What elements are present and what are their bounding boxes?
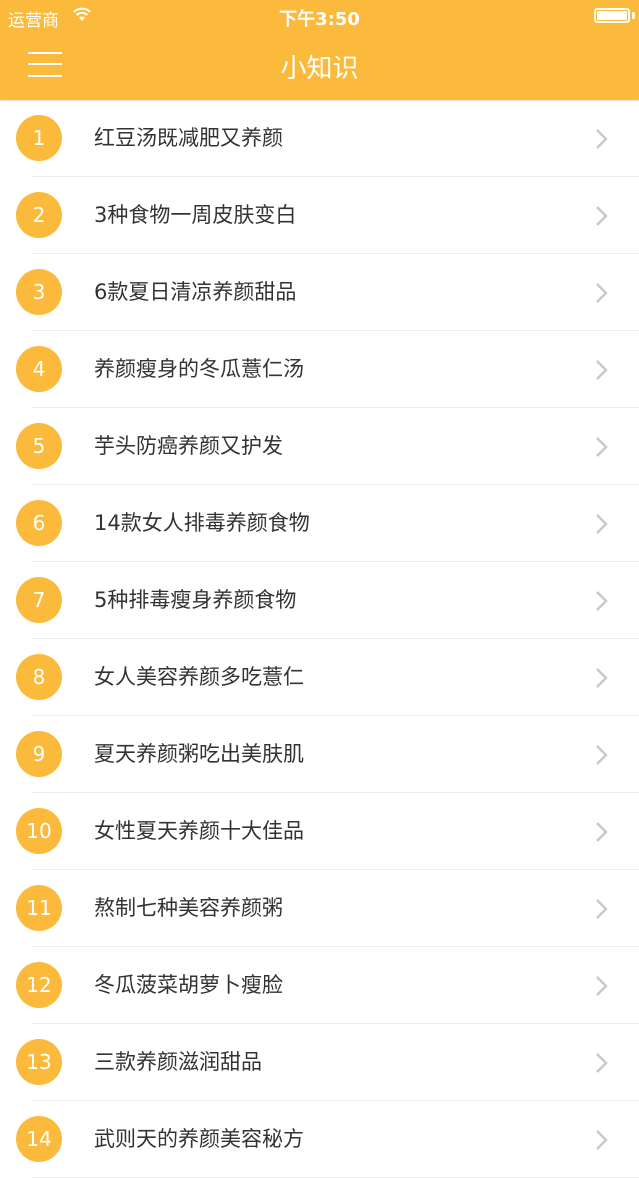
item-number-badge: 8 — [16, 654, 62, 700]
list-item[interactable]: 8 女人美容养颜多吃薏仁 — [0, 639, 639, 716]
item-number-badge: 11 — [16, 885, 62, 931]
chevron-right-icon — [596, 899, 608, 919]
item-number-badge: 10 — [16, 808, 62, 854]
item-title: 熬制七种美容养颜粥 — [94, 896, 283, 920]
item-title: 14款女人排毒养颜食物 — [94, 511, 310, 535]
item-number-badge: 7 — [16, 577, 62, 623]
list-item[interactable]: 10 女性夏天养颜十大佳品 — [0, 793, 639, 870]
list-item[interactable]: 14 武则天的养颜美容秘方 — [0, 1101, 639, 1178]
list-item[interactable]: 7 5种排毒瘦身养颜食物 — [0, 562, 639, 639]
item-title: 6款夏日清凉养颜甜品 — [94, 280, 297, 304]
chevron-right-icon — [596, 591, 608, 611]
battery-nub — [632, 12, 635, 19]
item-title: 芋头防癌养颜又护发 — [94, 434, 283, 458]
chevron-right-icon — [596, 1053, 608, 1073]
list-item[interactable]: 4 养颜瘦身的冬瓜薏仁汤 — [0, 331, 639, 408]
list-item[interactable]: 13 三款养颜滋润甜品 — [0, 1024, 639, 1101]
item-number-badge: 1 — [16, 115, 62, 161]
chevron-right-icon — [596, 822, 608, 842]
item-title: 女人美容养颜多吃薏仁 — [94, 665, 304, 689]
item-title: 夏天养颜粥吃出美肤肌 — [94, 742, 304, 766]
list-item[interactable]: 5 芋头防癌养颜又护发 — [0, 408, 639, 485]
chevron-right-icon — [596, 283, 608, 303]
chevron-right-icon — [596, 360, 608, 380]
page-title: 小知识 — [280, 54, 359, 84]
list-item[interactable]: 9 夏天养颜粥吃出美肤肌 — [0, 716, 639, 793]
chevron-right-icon — [596, 745, 608, 765]
list-item[interactable]: 3 6款夏日清凉养颜甜品 — [0, 254, 639, 331]
item-number-badge: 12 — [16, 962, 62, 1008]
item-title: 冬瓜菠菜胡萝卜瘦脸 — [94, 973, 283, 997]
item-title: 武则天的养颜美容秘方 — [94, 1127, 304, 1151]
item-number-badge: 2 — [16, 192, 62, 238]
list-item[interactable]: 2 3种食物一周皮肤变白 — [0, 177, 639, 254]
item-number-badge: 9 — [16, 731, 62, 777]
chevron-right-icon — [596, 437, 608, 457]
item-number-badge: 3 — [16, 269, 62, 315]
item-number-badge: 13 — [16, 1039, 62, 1085]
item-number-badge: 4 — [16, 346, 62, 392]
item-title: 3种食物一周皮肤变白 — [94, 203, 297, 227]
chevron-right-icon — [596, 129, 608, 149]
navigation-bar: 运营商 下午3:50 小知识 — [0, 0, 639, 100]
list-item[interactable]: 12 冬瓜菠菜胡萝卜瘦脸 — [0, 947, 639, 1024]
list-item[interactable]: 11 熬制七种美容养颜粥 — [0, 870, 639, 947]
status-time: 下午3:50 — [279, 9, 360, 30]
list-item[interactable]: 1 红豆汤既减肥又养颜 — [0, 100, 639, 177]
list-item[interactable]: 6 14款女人排毒养颜食物 — [0, 485, 639, 562]
item-number-badge: 6 — [16, 500, 62, 546]
item-number-badge: 14 — [16, 1116, 62, 1162]
battery-icon — [594, 8, 630, 23]
chevron-right-icon — [596, 206, 608, 226]
chevron-right-icon — [596, 1130, 608, 1150]
knowledge-list: 1 红豆汤既减肥又养颜 2 3种食物一周皮肤变白 3 6款夏日清凉养颜甜品 4 养颜瘦身的冬瓜… — [0, 100, 639, 1178]
item-title: 红豆汤既减肥又养颜 — [94, 126, 283, 150]
chevron-right-icon — [596, 514, 608, 534]
chevron-right-icon — [596, 668, 608, 688]
chevron-right-icon — [596, 976, 608, 996]
item-number-badge: 5 — [16, 423, 62, 469]
item-title: 三款养颜滋润甜品 — [94, 1050, 262, 1074]
item-title: 女性夏天养颜十大佳品 — [94, 819, 304, 843]
status-bar: 运营商 下午3:50 — [0, 0, 639, 34]
item-title: 养颜瘦身的冬瓜薏仁汤 — [94, 357, 304, 381]
item-title: 5种排毒瘦身养颜食物 — [94, 588, 297, 612]
